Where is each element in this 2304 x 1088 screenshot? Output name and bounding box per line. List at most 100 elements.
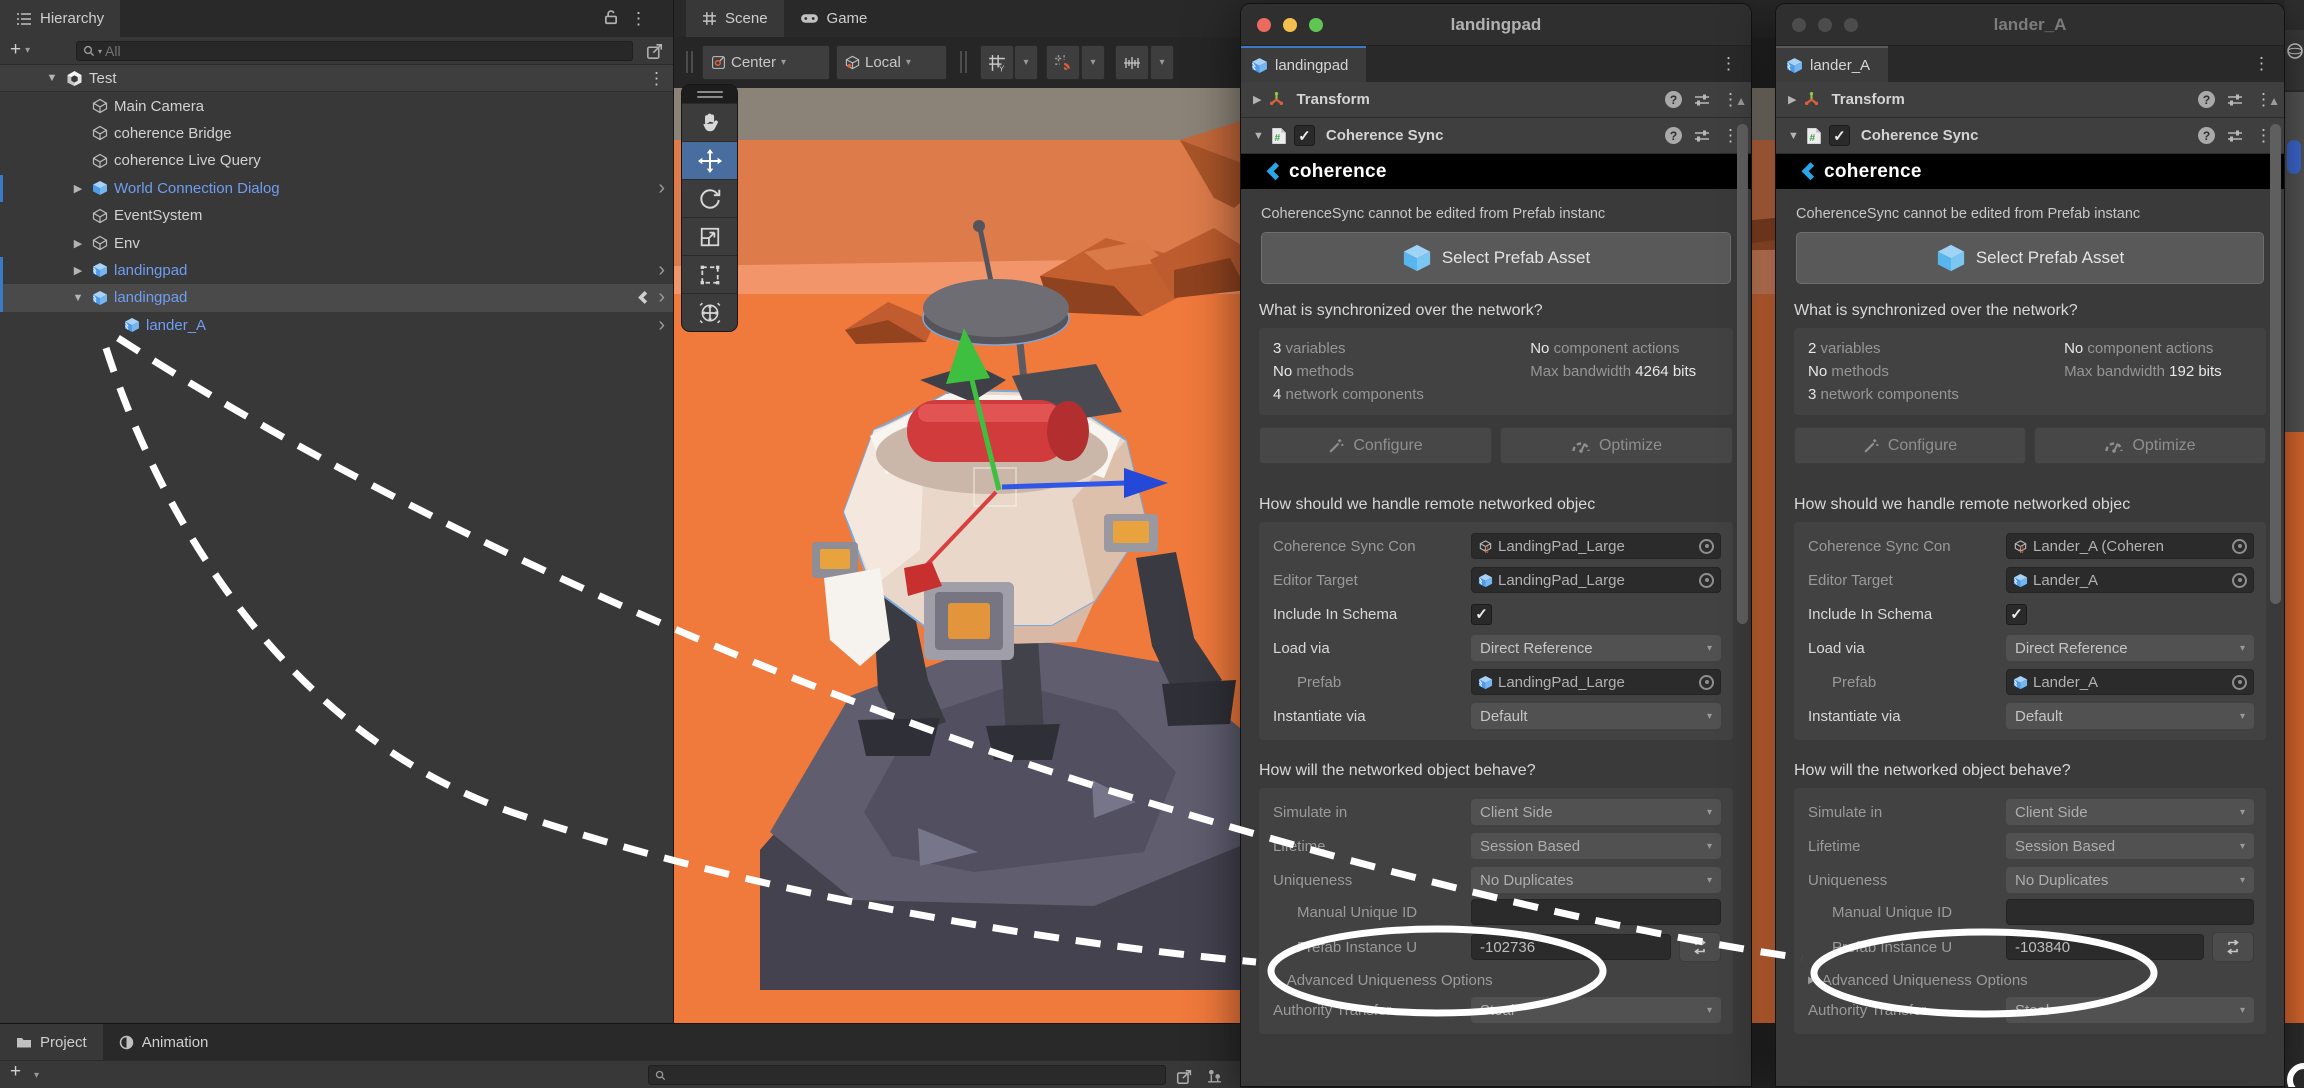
coherence-sync-component-row[interactable]: ▼ # Coherence Sync ? ⋮ (1241, 118, 1751, 154)
expander-icon[interactable]: ▶ (70, 182, 86, 195)
include-in-schema-checkbox[interactable] (2006, 604, 2027, 625)
regenerate-uuid-button[interactable] (1679, 932, 1721, 962)
tab-animation[interactable]: Animation (103, 1024, 225, 1060)
expander-icon[interactable]: ▼ (1788, 130, 1799, 142)
object-picker-icon[interactable] (2232, 573, 2247, 588)
expander-icon[interactable]: ▶ (1253, 93, 1261, 106)
component-enabled-checkbox[interactable] (1294, 125, 1315, 146)
search-filter-caret[interactable]: ▾ (98, 47, 102, 56)
simulate-in-dropdown[interactable]: Client Side▾ (2006, 799, 2254, 825)
object-picker-icon[interactable] (2232, 539, 2247, 554)
scroll-up-icon[interactable]: ▲ (2268, 94, 2280, 108)
load-via-dropdown[interactable]: Direct Reference▾ (1471, 635, 1721, 661)
create-asset-button[interactable]: + (0, 1061, 25, 1084)
lock-icon[interactable] (603, 9, 619, 25)
manual-unique-id-field[interactable] (2006, 899, 2254, 925)
sync-config-field[interactable]: {} Lander_A (Coheren (2006, 533, 2254, 559)
tab-game[interactable]: Game (784, 0, 884, 37)
project-search-input[interactable] (671, 1068, 1159, 1083)
minimize-icon[interactable] (1818, 18, 1832, 32)
transform-tool[interactable] (682, 293, 737, 331)
hierarchy-item-landingpad-2[interactable]: ▼ landingpad › (0, 284, 673, 311)
help-icon[interactable]: ? (2198, 127, 2215, 144)
configure-button[interactable]: Configure (1794, 427, 2026, 464)
editor-target-field[interactable]: Lander_A (2006, 567, 2254, 593)
hierarchy-item-coherence-live-query[interactable]: coherence Live Query (0, 147, 673, 174)
kebab-menu-icon[interactable]: ⋮ (648, 70, 665, 87)
kebab-menu-icon[interactable]: ⋮ (630, 10, 647, 27)
advanced-uniqueness-foldout[interactable]: ▶ Advanced Uniqueness Options (1259, 967, 1733, 993)
handle-space-button[interactable]: Local ▾ (836, 45, 947, 80)
help-icon[interactable]: ? (1665, 127, 1682, 144)
tab-project[interactable]: Project (0, 1024, 103, 1060)
uniqueness-dropdown[interactable]: No Duplicates▾ (1471, 867, 1721, 893)
transform-component-row[interactable]: ▶ Transform ? ⋮ (1241, 82, 1751, 118)
editor-target-field[interactable]: LandingPad_Large (1471, 567, 1721, 593)
scale-tool[interactable] (682, 217, 737, 255)
expander-icon[interactable]: ▼ (1253, 130, 1264, 142)
load-via-dropdown[interactable]: Direct Reference▾ (2006, 635, 2254, 661)
expander-icon[interactable]: ▼ (70, 292, 86, 304)
rect-tool[interactable] (682, 255, 737, 293)
scrollbar-thumb[interactable] (1737, 124, 1748, 624)
hierarchy-item-main-camera[interactable]: Main Camera (0, 92, 673, 119)
kebab-menu-icon[interactable]: ⋮ (1720, 55, 1737, 72)
expander-icon[interactable]: ▶ (1788, 93, 1796, 106)
help-icon[interactable]: ? (1665, 91, 1682, 108)
manual-unique-id-field[interactable] (1471, 899, 1721, 925)
coherence-sync-component-row[interactable]: ▼ # Coherence Sync ? ⋮ (1776, 118, 2284, 154)
expander-icon[interactable]: ▼ (44, 72, 60, 84)
uniqueness-dropdown[interactable]: No Duplicates▾ (2006, 867, 2254, 893)
hierarchy-item-lander-a[interactable]: lander_A › (0, 312, 673, 339)
object-picker-icon[interactable] (1699, 573, 1714, 588)
window-launch-icon[interactable] (646, 43, 663, 60)
close-icon[interactable] (1257, 18, 1271, 32)
kebab-menu-icon[interactable]: ⋮ (2253, 55, 2270, 72)
snap-increment-button[interactable] (1115, 45, 1149, 80)
close-icon[interactable] (1792, 18, 1806, 32)
configure-button[interactable]: Configure (1259, 427, 1492, 464)
help-icon[interactable]: ? (2198, 91, 2215, 108)
object-picker-icon[interactable] (1699, 539, 1714, 554)
tab-lander-a[interactable]: lander_A (1776, 46, 1888, 82)
component-enabled-checkbox[interactable] (1829, 125, 1850, 146)
prefab-open-chevron[interactable]: › (658, 259, 665, 282)
search-input[interactable] (105, 43, 626, 59)
optimize-button[interactable]: Optimize (2034, 427, 2266, 464)
grid-snap-dropdown[interactable]: ▾ (1081, 45, 1105, 80)
window-titlebar[interactable]: lander_A (1776, 4, 2284, 46)
scrollbar-thumb[interactable] (2270, 124, 2281, 604)
optimize-button[interactable]: Optimize (1500, 427, 1733, 464)
tab-hierarchy[interactable]: Hierarchy (0, 0, 120, 37)
hierarchy-item-test[interactable]: ▼ Test ⋮ (0, 65, 673, 92)
create-button[interactable]: + (0, 39, 25, 63)
hierarchy-search[interactable]: ▾ (76, 41, 633, 61)
expander-icon[interactable]: ▶ (70, 237, 86, 250)
scroll-up-icon[interactable]: ▲ (1735, 94, 1747, 108)
hierarchy-item-eventsystem[interactable]: EventSystem (0, 202, 673, 229)
tab-landingpad[interactable]: landingpad (1241, 46, 1366, 82)
tab-scene[interactable]: Scene (686, 0, 784, 37)
authority-transfer-dropdown[interactable]: Steal▾ (1471, 997, 1721, 1023)
window-titlebar[interactable]: landingpad (1241, 4, 1751, 46)
simulate-in-dropdown[interactable]: Client Side▾ (1471, 799, 1721, 825)
hierarchy-item-world-connection-dialog[interactable]: ▶ World Connection Dialog › (0, 175, 673, 202)
instantiate-via-dropdown[interactable]: Default▾ (1471, 703, 1721, 729)
prefab-field[interactable]: Lander_A (2006, 669, 2254, 695)
pivot-mode-button[interactable]: Center ▾ (702, 45, 830, 80)
advanced-uniqueness-foldout[interactable]: ▶ Advanced Uniqueness Options (1794, 967, 2266, 993)
project-search[interactable] (648, 1065, 1166, 1085)
lifetime-dropdown[interactable]: Session Based▾ (2006, 833, 2254, 859)
snap-increment-dropdown[interactable]: ▾ (1150, 45, 1174, 80)
hierarchy-item-landingpad-1[interactable]: ▶ landingpad › (0, 257, 673, 284)
lifetime-dropdown[interactable]: Session Based▾ (1471, 833, 1721, 859)
select-prefab-asset-button[interactable]: Select Prefab Asset (1796, 232, 2264, 284)
sync-config-field[interactable]: {} LandingPad_Large (1471, 533, 1721, 559)
expander-icon[interactable]: ▶ (70, 264, 86, 277)
authority-transfer-dropdown[interactable]: Steal▾ (2006, 997, 2254, 1023)
prefab-open-chevron[interactable]: › (658, 286, 665, 309)
hierarchy-item-env[interactable]: ▶ Env (0, 229, 673, 256)
include-in-schema-checkbox[interactable] (1471, 604, 1492, 625)
maximize-icon[interactable] (1844, 18, 1858, 32)
maximize-icon[interactable] (1309, 18, 1323, 32)
